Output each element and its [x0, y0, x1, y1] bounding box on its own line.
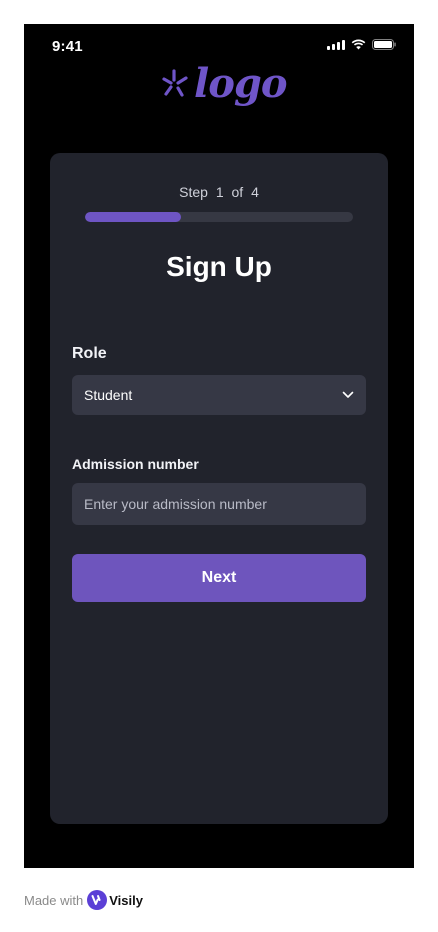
role-select-value: Student: [84, 387, 133, 403]
status-time: 9:41: [52, 38, 83, 55]
signal-icon: [327, 39, 345, 50]
chevron-down-icon: [342, 391, 354, 398]
visily-brand-name: Visily: [109, 892, 143, 908]
admission-number-label: Admission number: [72, 456, 199, 472]
signup-card: Step 1 of 4 Sign Up Role Student Admissi…: [50, 153, 388, 824]
progress-fill: [85, 212, 182, 222]
battery-icon: [372, 39, 396, 50]
visily-brand[interactable]: Visily: [87, 890, 143, 910]
step-current: 1: [215, 184, 224, 200]
step-label: Step: [179, 184, 208, 200]
logo-wordmark: logo: [194, 60, 288, 107]
step-total: 4: [251, 184, 259, 200]
role-select[interactable]: Student: [72, 375, 366, 415]
step-of: of: [231, 184, 244, 200]
logo-spark-icon: [162, 69, 188, 97]
wifi-icon: [351, 39, 366, 50]
made-with-footer: Made with Visily: [24, 890, 143, 910]
made-with-text: Made with: [24, 892, 84, 908]
status-icons: [327, 39, 396, 50]
admission-number-input[interactable]: [72, 483, 366, 525]
next-button[interactable]: Next: [72, 554, 366, 602]
visily-logo-icon: [87, 890, 108, 910]
role-label: Role: [72, 345, 107, 362]
logo: logo: [160, 60, 288, 107]
page-title: Sign Up: [166, 251, 272, 282]
step-indicator: Step 1 of 4: [50, 184, 388, 200]
phone-screen: 9:41 logo Step 1 of 4 Sign Up Role Stude…: [24, 24, 414, 868]
progress-bar: [85, 212, 353, 222]
